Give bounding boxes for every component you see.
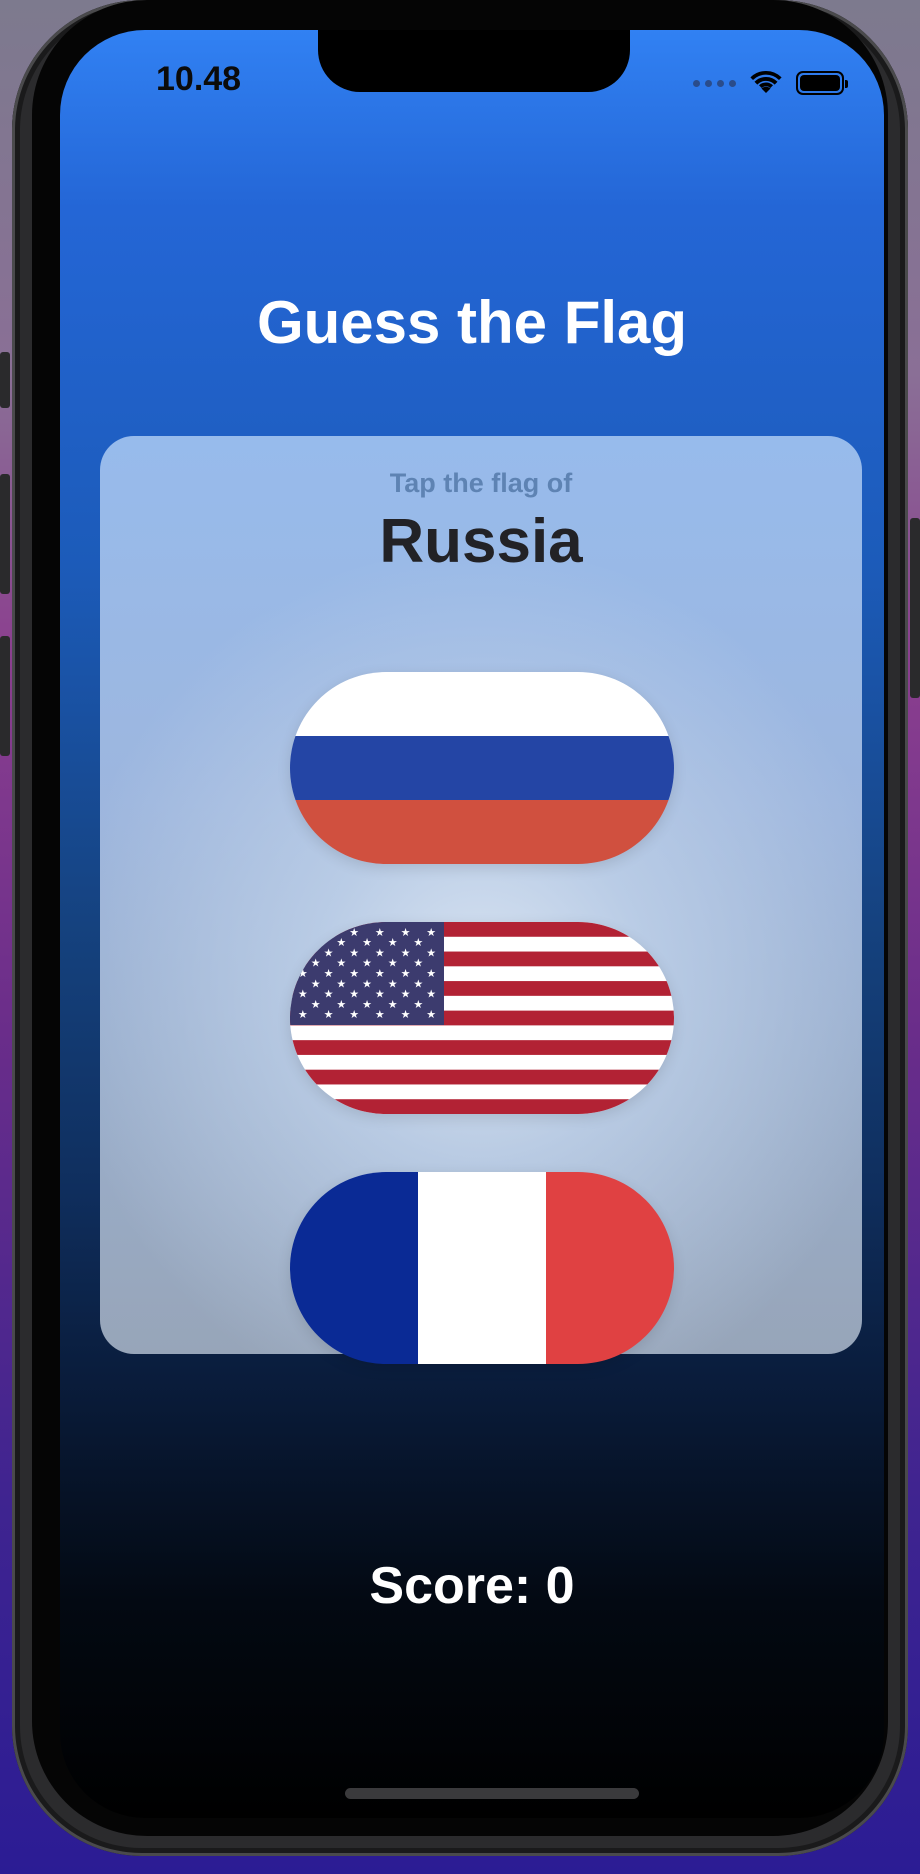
svg-text:★: ★ — [362, 957, 372, 970]
score-label: Score: 0 — [369, 1557, 575, 1615]
side-button-volume-up — [0, 474, 10, 594]
side-button-volume-down — [0, 636, 10, 756]
status-indicators — [693, 66, 848, 100]
svg-text:★: ★ — [375, 926, 385, 939]
svg-text:★: ★ — [426, 1008, 436, 1021]
svg-text:★: ★ — [401, 926, 411, 939]
svg-text:★: ★ — [362, 977, 372, 990]
svg-text:★: ★ — [375, 946, 385, 959]
svg-text:★: ★ — [311, 936, 321, 949]
svg-text:★: ★ — [388, 977, 398, 990]
usa-flag-icon: ★ ★ ★ ★ ★ ★★ ★ ★ ★ ★★ ★ ★ ★ ★ ★★ ★ ★ ★ ★★ ★ ★ ★ ★ ★★ ★ ★ ★ ★★ ★ ★ ★ ★ ★★… — [290, 922, 674, 1114]
svg-text:★: ★ — [298, 988, 308, 1001]
svg-text:★: ★ — [426, 988, 436, 1001]
svg-text:★: ★ — [401, 1008, 411, 1021]
svg-text:★: ★ — [413, 998, 423, 1011]
side-button-silent — [0, 352, 10, 408]
svg-text:★: ★ — [375, 988, 385, 1001]
notch — [318, 30, 630, 92]
svg-text:★: ★ — [324, 946, 334, 959]
svg-text:★: ★ — [336, 936, 346, 949]
svg-text:★: ★ — [375, 967, 385, 980]
svg-text:★: ★ — [401, 967, 411, 980]
phone-bezel: 10.48 Guess the Flag Tap the flag of Rus… — [32, 0, 888, 1836]
svg-text:★: ★ — [311, 998, 321, 1011]
svg-text:★: ★ — [298, 1008, 308, 1021]
svg-text:★: ★ — [324, 988, 334, 1001]
svg-text:★: ★ — [362, 998, 372, 1011]
target-country: Russia — [379, 507, 583, 576]
status-time: 10.48 — [156, 60, 242, 98]
svg-text:★: ★ — [413, 936, 423, 949]
svg-text:★: ★ — [349, 1008, 359, 1021]
russia-flag-icon — [290, 672, 674, 864]
svg-text:★: ★ — [413, 957, 423, 970]
side-button-power — [910, 518, 920, 698]
svg-text:★: ★ — [298, 946, 308, 959]
prompt-label: Tap the flag of — [389, 468, 573, 498]
question-card: Tap the flag of Russia ★ ★ ★ ★ ★ ★ ★ ★ ★ ★ ★ ★ ★ ★ ★ ★ ★ — [100, 436, 862, 1364]
france-flag-icon — [290, 1172, 674, 1364]
svg-text:★: ★ — [336, 957, 346, 970]
svg-text:★: ★ — [401, 988, 411, 1001]
svg-text:★: ★ — [426, 926, 436, 939]
svg-text:★: ★ — [401, 946, 411, 959]
svg-text:★: ★ — [388, 936, 398, 949]
svg-text:★: ★ — [298, 967, 308, 980]
svg-text:★: ★ — [349, 967, 359, 980]
battery-icon — [796, 71, 848, 95]
svg-text:★: ★ — [388, 998, 398, 1011]
wifi-icon — [750, 71, 782, 95]
flag-button-1[interactable] — [290, 672, 674, 864]
app-title: Guess the Flag — [256, 289, 688, 356]
svg-text:★: ★ — [388, 957, 398, 970]
flag-button-2[interactable]: ★ ★ ★ ★ ★ ★ ★ ★ ★ ★ ★ ★ ★ ★ ★ ★ ★ ★ ★ ★ ★ ★ ★ ★ ★ ★ ★ ★ ★ ★ ★ ★ ★ ★ ★ ★ ★ ★ ★ ★… — [290, 922, 674, 1114]
svg-text:★: ★ — [324, 967, 334, 980]
app-screen: 10.48 Guess the Flag Tap the flag of Rus… — [60, 30, 884, 1818]
svg-text:★: ★ — [349, 946, 359, 959]
svg-text:★: ★ — [413, 977, 423, 990]
svg-text:★: ★ — [336, 977, 346, 990]
flag-button-3[interactable] — [290, 1172, 674, 1364]
svg-text:★: ★ — [362, 936, 372, 949]
svg-text:★: ★ — [426, 967, 436, 980]
svg-text:★: ★ — [324, 926, 334, 939]
svg-text:★: ★ — [324, 1008, 334, 1021]
svg-text:★: ★ — [375, 1008, 385, 1021]
phone-frame: 10.48 Guess the Flag Tap the flag of Rus… — [12, 0, 908, 1856]
svg-text:★: ★ — [349, 988, 359, 1001]
svg-text:★: ★ — [298, 926, 308, 939]
svg-text:★: ★ — [349, 926, 359, 939]
cellular-signal-icon — [693, 79, 736, 87]
svg-text:★: ★ — [311, 977, 321, 990]
svg-text:★: ★ — [426, 946, 436, 959]
svg-text:★: ★ — [336, 998, 346, 1011]
svg-text:★: ★ — [311, 957, 321, 970]
home-indicator[interactable] — [345, 1788, 639, 1799]
